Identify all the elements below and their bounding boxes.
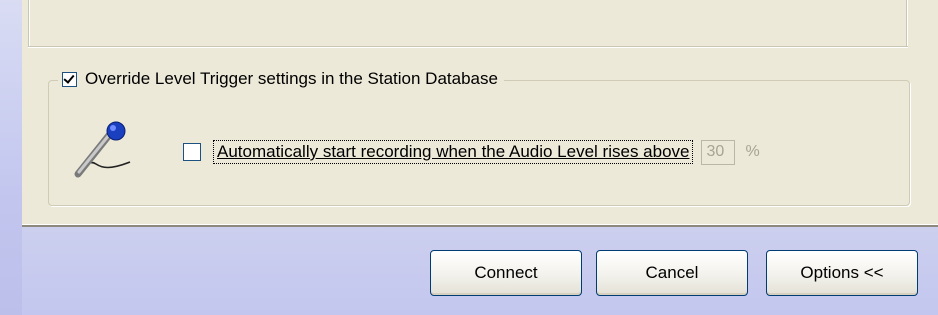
auto-record-checkbox[interactable] bbox=[183, 143, 201, 161]
upper-group-border-right bbox=[906, 0, 908, 47]
override-level-trigger-checkbox[interactable] bbox=[62, 71, 77, 87]
cancel-button[interactable]: Cancel bbox=[596, 250, 748, 296]
options-toggle-button[interactable]: Options << bbox=[766, 250, 918, 296]
auto-record-row: Automatically start recording when the A… bbox=[183, 138, 760, 166]
connect-button[interactable]: Connect bbox=[430, 250, 582, 296]
override-level-trigger-label[interactable]: Override Level Trigger settings in the S… bbox=[85, 69, 498, 89]
percent-unit-label: % bbox=[745, 143, 760, 160]
microphone-icon bbox=[70, 120, 140, 180]
upper-group-border-bottom bbox=[28, 46, 908, 48]
audio-level-threshold-input[interactable] bbox=[701, 139, 736, 165]
override-level-trigger-option[interactable]: Override Level Trigger settings in the S… bbox=[58, 66, 504, 92]
auto-record-label[interactable]: Automatically start recording when the A… bbox=[212, 140, 694, 164]
upper-group-border-left bbox=[28, 0, 30, 47]
window-frame-left bbox=[0, 0, 22, 315]
